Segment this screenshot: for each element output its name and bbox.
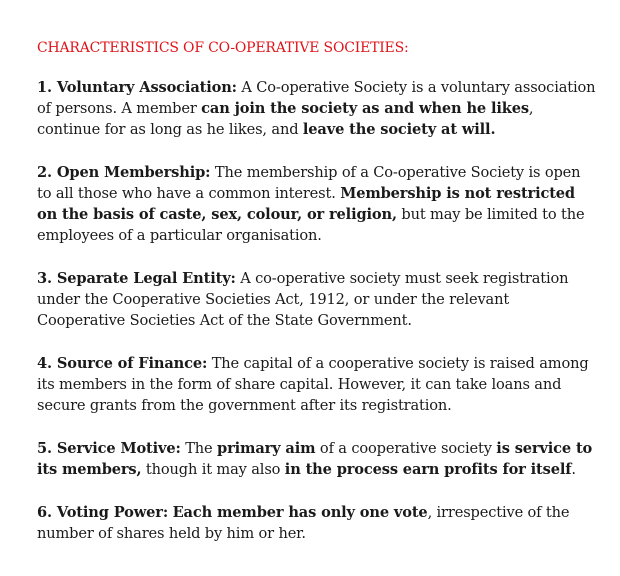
point-title: 5. Service Motive: [37,440,181,457]
point-text: though it may also [141,461,285,478]
point-emphasis: in the process earn profits for itself [284,461,572,478]
point-emphasis: can join the society as and when he like… [201,100,529,117]
point-text: of a cooperative society [315,440,497,457]
point-title: 3. Separate Legal Entity: [37,270,236,287]
point-source-of-finance: 4. Source of Finance: The capital of a c… [37,353,597,416]
point-emphasis: Each member has only one vote [172,504,428,521]
section-heading: CHARACTERISTICS OF CO-OPERATIVE SOCIETIE… [37,40,409,56]
point-text: The [180,440,218,457]
point-title: 4. Source of Finance: [37,355,208,372]
point-separate-legal-entity: 3. Separate Legal Entity: A co-operative… [37,268,597,331]
point-voluntary-association: 1. Voluntary Association: A Co-operative… [37,77,597,140]
document-body: CHARACTERISTICS OF CO-OPERATIVE SOCIETIE… [37,39,597,566]
point-emphasis: primary aim [217,440,316,457]
point-title: 2. Open Membership: [37,164,211,181]
point-title: 6. Voting Power: [37,504,169,521]
point-open-membership: 2. Open Membership: The membership of a … [37,162,597,246]
point-emphasis: leave the society at will. [302,121,496,138]
point-voting-power: 6. Voting Power: Each member has only on… [37,502,597,544]
point-text: . [571,461,576,478]
point-service-motive: 5. Service Motive: The primary aim of a … [37,438,597,480]
point-title: 1. Voluntary Association: [37,79,237,96]
